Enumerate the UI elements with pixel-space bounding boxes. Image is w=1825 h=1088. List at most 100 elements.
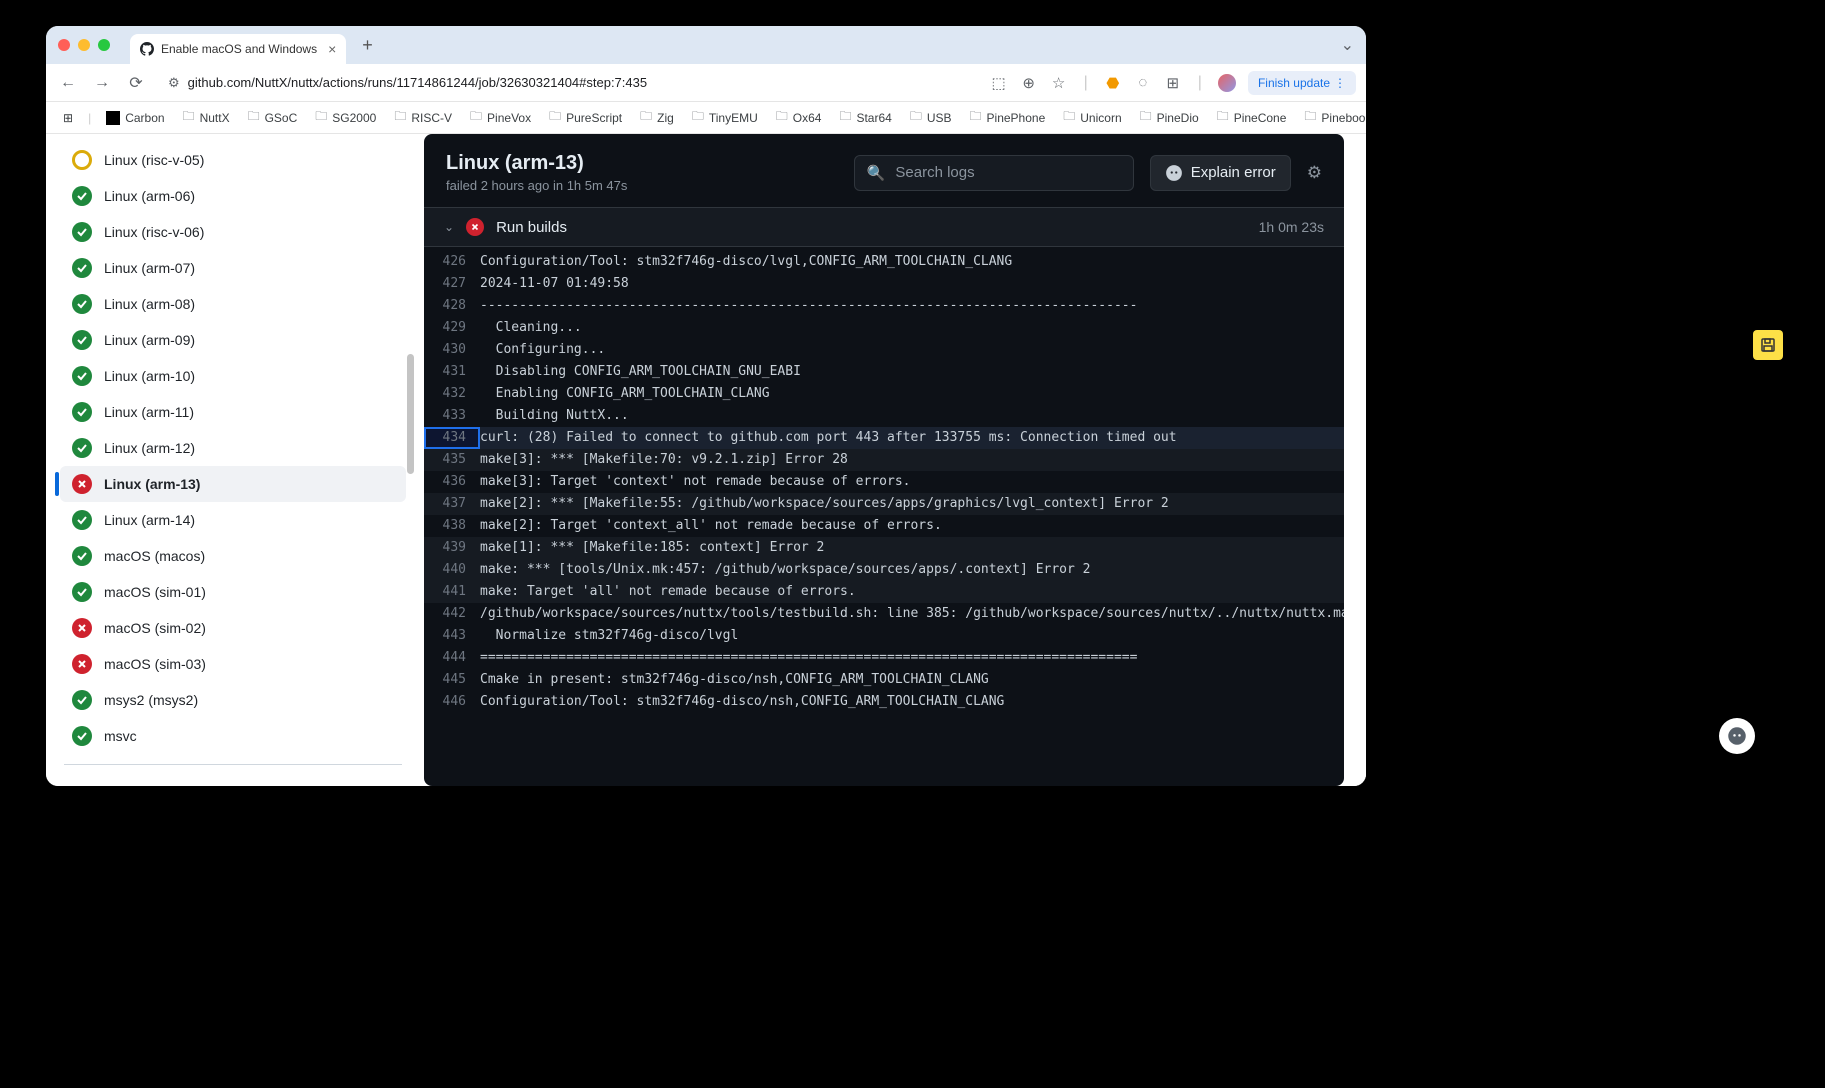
- sidebar-job-item[interactable]: msys2 (msys2): [60, 682, 406, 718]
- log-line[interactable]: 440make: *** [tools/Unix.mk:457: /github…: [424, 559, 1344, 581]
- install-icon[interactable]: ⬚: [990, 74, 1008, 92]
- log-line[interactable]: 441make: Target 'all' not remade because…: [424, 581, 1344, 603]
- forward-button[interactable]: →: [90, 71, 114, 95]
- copilot-floating-button[interactable]: [1719, 718, 1755, 754]
- profile-avatar[interactable]: [1218, 74, 1236, 92]
- reload-button[interactable]: ⟳: [124, 71, 148, 95]
- bookmark-item[interactable]: 🗀Pinebook: [1297, 104, 1366, 131]
- job-label: macOS (sim-01): [104, 584, 206, 600]
- sidebar-job-item[interactable]: Linux (arm-06): [60, 178, 406, 214]
- browser-tab[interactable]: Enable macOS and Windows ×: [130, 34, 346, 64]
- job-label: Linux (arm-08): [104, 296, 195, 312]
- log-line[interactable]: 429 Cleaning...: [424, 317, 1344, 339]
- bookmark-item[interactable]: Carbon: [99, 108, 171, 128]
- close-tab-icon[interactable]: ×: [328, 41, 336, 57]
- success-icon: [72, 294, 92, 314]
- sidebar-job-item[interactable]: macOS (sim-02): [60, 610, 406, 646]
- site-settings-icon[interactable]: ⚙: [168, 75, 180, 91]
- log-line[interactable]: 435make[3]: *** [Makefile:70: v9.2.1.zip…: [424, 449, 1344, 471]
- apps-icon[interactable]: ⊞: [56, 108, 80, 128]
- search-placeholder: Search logs: [895, 164, 974, 181]
- new-tab-button[interactable]: +: [354, 31, 381, 60]
- log-line[interactable]: 443 Normalize stm32f746g-disco/lvgl: [424, 625, 1344, 647]
- sidebar-job-item[interactable]: Linux (risc-v-05): [60, 142, 406, 178]
- bookmark-item[interactable]: 🗀Zig: [633, 104, 681, 131]
- bookmark-item[interactable]: 🗀PureScript: [542, 104, 629, 131]
- log-line[interactable]: 442/github/workspace/sources/nuttx/tools…: [424, 603, 1344, 625]
- sidebar-job-item[interactable]: Linux (risc-v-06): [60, 214, 406, 250]
- extension-icon-2[interactable]: ◌: [1134, 74, 1152, 92]
- close-window-button[interactable]: [58, 39, 70, 51]
- sidebar-job-item[interactable]: macOS (sim-01): [60, 574, 406, 610]
- back-button[interactable]: ←: [56, 71, 80, 95]
- step-fail-icon: [466, 218, 484, 236]
- extensions-icon[interactable]: ⊞: [1164, 74, 1182, 92]
- log-line[interactable]: 4272024-11-07 01:49:58: [424, 273, 1344, 295]
- sidebar-job-item[interactable]: msvc: [60, 718, 406, 754]
- log-output[interactable]: 426Configuration/Tool: stm32f746g-disco/…: [424, 247, 1344, 786]
- log-line[interactable]: 428-------------------------------------…: [424, 295, 1344, 317]
- finish-update-button[interactable]: Finish update⋮: [1248, 71, 1356, 95]
- success-icon: [72, 582, 92, 602]
- sidebar-job-item[interactable]: Linux (arm-10): [60, 358, 406, 394]
- log-line[interactable]: 436make[3]: Target 'context' not remade …: [424, 471, 1344, 493]
- bookmark-item[interactable]: 🗀RISC-V: [387, 104, 459, 131]
- zoom-icon[interactable]: ⊕: [1020, 74, 1038, 92]
- bookmark-item[interactable]: 🗀GSoC: [241, 104, 305, 131]
- bookmark-item[interactable]: 🗀PineCone: [1210, 104, 1294, 131]
- job-label: Linux (arm-11): [104, 404, 194, 420]
- sidebar-job-item[interactable]: Linux (arm-12): [60, 430, 406, 466]
- line-number: 433: [424, 405, 480, 427]
- bookmark-item[interactable]: 🗀Star64: [832, 104, 898, 131]
- bookmark-item[interactable]: 🗀TinyEMU: [685, 104, 765, 131]
- bookmark-item[interactable]: 🗀SG2000: [308, 104, 383, 131]
- log-line[interactable]: 446Configuration/Tool: stm32f746g-disco/…: [424, 691, 1344, 713]
- minimize-window-button[interactable]: [78, 39, 90, 51]
- bookmark-item[interactable]: 🗀PinePhone: [963, 104, 1053, 131]
- sidebar-job-item[interactable]: Linux (arm-14): [60, 502, 406, 538]
- maximize-window-button[interactable]: [98, 39, 110, 51]
- bookmark-item[interactable]: 🗀PineDio: [1133, 104, 1206, 131]
- gear-icon[interactable]: ⚙: [1307, 163, 1322, 183]
- sidebar-job-item[interactable]: Linux (arm-07): [60, 250, 406, 286]
- log-line[interactable]: 444=====================================…: [424, 647, 1344, 669]
- save-floating-button[interactable]: [1753, 330, 1783, 360]
- extension-icon-1[interactable]: ⬣: [1104, 74, 1122, 92]
- step-header[interactable]: ⌄ Run builds 1h 0m 23s: [424, 207, 1344, 247]
- line-text: Building NuttX...: [480, 405, 1344, 427]
- bookmark-item[interactable]: 🗀PineVox: [463, 104, 538, 131]
- log-line[interactable]: 434curl: (28) Failed to connect to githu…: [424, 427, 1344, 449]
- sidebar-job-item[interactable]: Linux (arm-13): [60, 466, 406, 502]
- log-line[interactable]: 430 Configuring...: [424, 339, 1344, 361]
- log-line[interactable]: 437make[2]: *** [Makefile:55: /github/wo…: [424, 493, 1344, 515]
- log-line[interactable]: 438make[2]: Target 'context_all' not rem…: [424, 515, 1344, 537]
- fail-icon: [72, 618, 92, 638]
- line-text: curl: (28) Failed to connect to github.c…: [480, 427, 1344, 449]
- log-line[interactable]: 439make[1]: *** [Makefile:185: context] …: [424, 537, 1344, 559]
- bookmark-item[interactable]: 🗀NuttX: [176, 104, 237, 131]
- log-line[interactable]: 433 Building NuttX...: [424, 405, 1344, 427]
- line-number: 430: [424, 339, 480, 361]
- sidebar-job-item[interactable]: Linux (arm-08): [60, 286, 406, 322]
- bookmark-item[interactable]: 🗀Unicorn: [1056, 104, 1128, 131]
- scrollbar-thumb[interactable]: [407, 354, 414, 474]
- tab-overflow-icon[interactable]: ⌄: [1341, 35, 1354, 55]
- bookmark-star-icon[interactable]: ☆: [1050, 74, 1068, 92]
- url-box[interactable]: ⚙ github.com/NuttX/nuttx/actions/runs/11…: [158, 69, 980, 97]
- tab-strip: Enable macOS and Windows × + ⌄: [46, 26, 1366, 64]
- explain-error-button[interactable]: Explain error: [1150, 155, 1291, 191]
- sidebar-job-item[interactable]: Linux (arm-09): [60, 322, 406, 358]
- sidebar-job-item[interactable]: Linux (arm-11): [60, 394, 406, 430]
- line-text: ========================================…: [480, 647, 1344, 669]
- log-line[interactable]: 445Cmake in present: stm32f746g-disco/ns…: [424, 669, 1344, 691]
- save-icon: [1760, 337, 1776, 353]
- bookmark-item[interactable]: 🗀USB: [903, 104, 959, 131]
- sidebar-job-item[interactable]: macOS (macos): [60, 538, 406, 574]
- line-text: Configuration/Tool: stm32f746g-disco/lvg…: [480, 251, 1344, 273]
- log-line[interactable]: 431 Disabling CONFIG_ARM_TOOLCHAIN_GNU_E…: [424, 361, 1344, 383]
- log-line[interactable]: 432 Enabling CONFIG_ARM_TOOLCHAIN_CLANG: [424, 383, 1344, 405]
- log-line[interactable]: 426Configuration/Tool: stm32f746g-disco/…: [424, 251, 1344, 273]
- search-logs-input[interactable]: 🔍 Search logs: [854, 155, 1134, 191]
- sidebar-job-item[interactable]: macOS (sim-03): [60, 646, 406, 682]
- bookmark-item[interactable]: 🗀Ox64: [769, 104, 829, 131]
